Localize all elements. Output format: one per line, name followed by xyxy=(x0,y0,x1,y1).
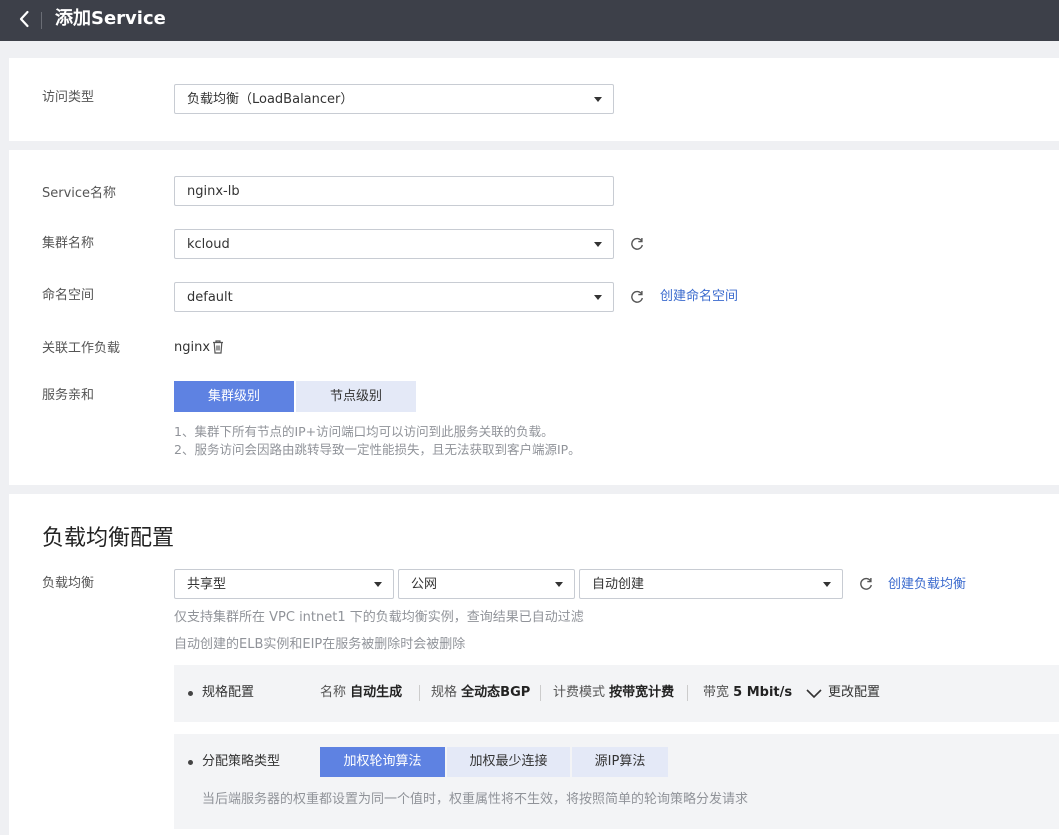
refresh-cluster-icon[interactable] xyxy=(629,236,645,252)
service-name-value: nginx-lb xyxy=(187,184,240,199)
refresh-namespace-icon[interactable] xyxy=(629,289,645,305)
lb-instance-select[interactable]: 自动创建 xyxy=(579,569,843,599)
title-divider xyxy=(41,12,42,29)
refresh-lb-icon[interactable] xyxy=(858,576,874,592)
affinity-hint-1: 1、集群下所有节点的IP+访问端口均可以访问到此服务关联的负载。 xyxy=(174,424,554,439)
lb-hint-1: 仅支持集群所在 VPC intnet1 下的负载均衡实例，查询结果已自动过滤 xyxy=(174,610,584,625)
chevron-down-icon xyxy=(594,295,602,300)
policy-label: 分配策略类型 xyxy=(202,754,281,769)
access-type-card: 访问类型 负载均衡（LoadBalancer） xyxy=(9,58,1059,141)
chevron-down-icon xyxy=(823,582,831,587)
create-namespace-link[interactable]: 创建命名空间 xyxy=(660,288,738,306)
lb-network-value: 公网 xyxy=(411,577,438,592)
lb-type-value: 共享型 xyxy=(187,577,227,592)
spec-panel: 规格配置 名称 自动生成 规格 全动态BGP 计费模式 按带宽计费 带宽 5 M… xyxy=(174,665,1059,722)
service-form-card: Service名称 nginx-lb 集群名称 kcloud 命名空间 defa… xyxy=(9,150,1059,485)
lb-instance-value: 自动创建 xyxy=(592,577,645,592)
chevron-down-icon[interactable] xyxy=(805,684,823,702)
spec-spec: 规格 全动态BGP xyxy=(431,685,531,700)
access-type-value: 负载均衡（LoadBalancer） xyxy=(187,92,354,107)
cluster-select[interactable]: kcloud xyxy=(174,229,614,259)
spec-label: 规格配置 xyxy=(202,685,255,700)
page-title: 添加Service xyxy=(55,8,166,29)
lb-hint-2: 自动创建的ELB实例和EIP在服务被删除时会被删除 xyxy=(174,637,466,652)
spec-billing: 计费模式 按带宽计费 xyxy=(553,685,675,700)
policy-weighted-lc-option[interactable]: 加权最少连接 xyxy=(447,747,570,777)
policy-hint: 当后端服务器的权重都设置为同一个值时，权重属性将不生效，将按照简单的轮询策略分发… xyxy=(202,792,749,807)
spec-bandwidth: 带宽 5 Mbit/s xyxy=(703,685,793,700)
affinity-label: 服务亲和 xyxy=(42,388,95,403)
affinity-cluster-option[interactable]: 集群级别 xyxy=(174,381,294,412)
workload-value: nginx xyxy=(174,340,211,355)
cluster-label: 集群名称 xyxy=(42,236,95,251)
affinity-node-option[interactable]: 节点级别 xyxy=(296,381,416,412)
trash-icon[interactable] xyxy=(211,339,225,355)
lb-network-select[interactable]: 公网 xyxy=(398,569,575,599)
policy-panel: 分配策略类型 加权轮询算法 加权最少连接 源IP算法 当后端服务器的权重都设置为… xyxy=(174,734,1059,829)
divider xyxy=(540,685,541,701)
chevron-down-icon xyxy=(555,582,563,587)
policy-weighted-rr-option[interactable]: 加权轮询算法 xyxy=(320,747,445,777)
namespace-select[interactable]: default xyxy=(174,282,614,312)
divider xyxy=(419,685,420,701)
cluster-value: kcloud xyxy=(187,237,230,252)
namespace-label: 命名空间 xyxy=(42,288,95,303)
service-name-label: Service名称 xyxy=(42,186,117,201)
bullet-dot xyxy=(188,691,193,696)
namespace-value: default xyxy=(187,290,233,305)
lb-config-card: 负载均衡配置 负载均衡 共享型 公网 自动创建 创建负载均衡 仅支持集群所在 V… xyxy=(9,494,1059,835)
spec-name: 名称 自动生成 xyxy=(320,685,403,700)
chevron-down-icon xyxy=(374,582,382,587)
lb-section-title: 负载均衡配置 xyxy=(42,526,175,551)
service-name-input[interactable]: nginx-lb xyxy=(174,176,614,206)
affinity-hint-2: 2、服务访问会因路由跳转导致一定性能损失，且无法获取到客户端源IP。 xyxy=(174,442,581,457)
access-type-select[interactable]: 负载均衡（LoadBalancer） xyxy=(174,84,614,114)
top-bar: 添加Service xyxy=(0,0,1059,41)
bullet-dot xyxy=(188,760,193,765)
create-lb-link[interactable]: 创建负载均衡 xyxy=(888,576,966,594)
chevron-down-icon xyxy=(594,242,602,247)
access-type-label: 访问类型 xyxy=(42,90,95,105)
divider xyxy=(687,685,688,701)
back-arrow-icon[interactable] xyxy=(12,6,38,32)
policy-source-ip-option[interactable]: 源IP算法 xyxy=(572,747,668,777)
lb-type-select[interactable]: 共享型 xyxy=(174,569,394,599)
change-config-link[interactable]: 更改配置 xyxy=(828,684,880,702)
workload-label: 关联工作负载 xyxy=(42,341,121,356)
lb-label: 负载均衡 xyxy=(42,576,95,591)
chevron-down-icon xyxy=(594,97,602,102)
